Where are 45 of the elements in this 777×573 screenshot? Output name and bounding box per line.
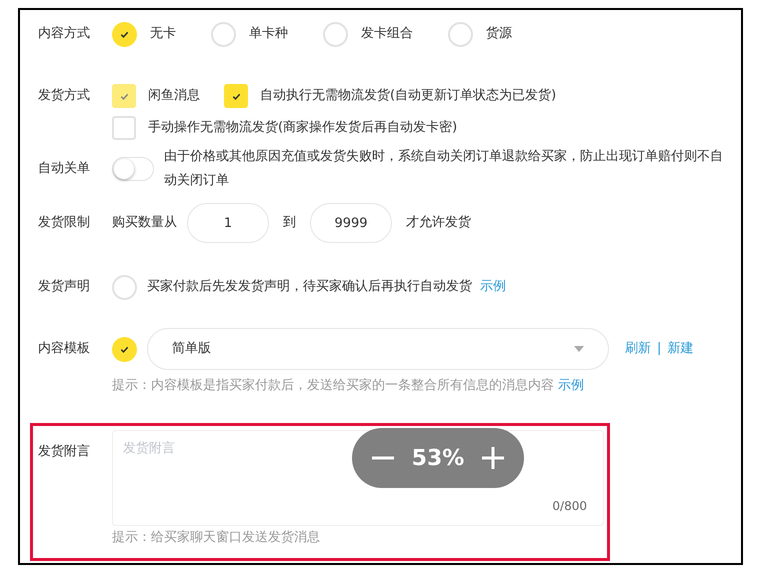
plus-icon[interactable]: [482, 447, 504, 469]
field-label: 发货方式: [38, 87, 91, 105]
link-separator: |: [657, 340, 662, 358]
option-label: 闲鱼消息: [148, 87, 200, 106]
template-link[interactable]: 新建: [667, 339, 694, 359]
statement-text: 买家付款后先发发货声明，待买家确认后再执行自动发货: [147, 278, 472, 296]
example-link[interactable]: 示例: [558, 376, 584, 396]
field-label: 发货声明: [38, 278, 91, 296]
field-label: 内容模板: [38, 340, 91, 358]
minus-icon[interactable]: [372, 456, 394, 460]
field-text: 才允许发货: [406, 214, 471, 232]
hint-text: 提示：给买家聊天窗口发送发货消息: [112, 529, 320, 547]
option-label: 单卡种: [249, 25, 288, 44]
option-label: 手动操作无需物流发货(商家操作发货后再自动发卡密): [148, 119, 458, 138]
radio-button[interactable]: [211, 22, 236, 46]
character-counter: 0/800: [552, 498, 587, 515]
option-label: 无卡: [150, 25, 176, 44]
radio-button[interactable]: [112, 22, 137, 46]
hint-text: 提示：内容模板是指买家付款后，发送给买家的一条整合所有信息的消息内容: [112, 377, 554, 396]
caret-icon: [574, 346, 584, 352]
field-text: 到: [283, 214, 296, 232]
field-label: 发货限制: [38, 214, 91, 232]
field-label: 自动关单: [38, 160, 91, 178]
field-text: 购买数量从: [112, 214, 177, 232]
example-link[interactable]: 示例: [480, 277, 506, 297]
radio-button[interactable]: [112, 336, 137, 362]
radio-button[interactable]: [448, 22, 473, 46]
template-select[interactable]: 简单版: [147, 328, 609, 370]
toggle-switch[interactable]: [112, 157, 154, 181]
placeholder-text: 发货附言: [123, 440, 175, 458]
checkbox[interactable]: [112, 116, 136, 140]
radio-button[interactable]: [112, 274, 137, 300]
select-value: 简单版: [172, 340, 211, 358]
description-text: 由于价格或其他原因充值或发货失败时，系统自动关闭订单退款给买家，防止出现订单赔付则不自动关闭订单: [164, 148, 724, 190]
template-link[interactable]: 刷新: [625, 339, 651, 359]
option-label: 发卡组合: [361, 25, 413, 44]
number-input[interactable]: 1: [187, 203, 269, 243]
zoom-level: 53%: [412, 444, 464, 472]
radio-button[interactable]: [323, 22, 348, 46]
option-label: 自动执行无需物流发货(自动更新订单状态为已发货): [260, 87, 556, 106]
checkbox[interactable]: [224, 84, 248, 108]
field-label: 发货附言: [38, 443, 91, 461]
field-label: 内容方式: [38, 25, 91, 44]
number-input[interactable]: 9999: [310, 203, 392, 243]
option-label: 货源: [486, 25, 512, 44]
